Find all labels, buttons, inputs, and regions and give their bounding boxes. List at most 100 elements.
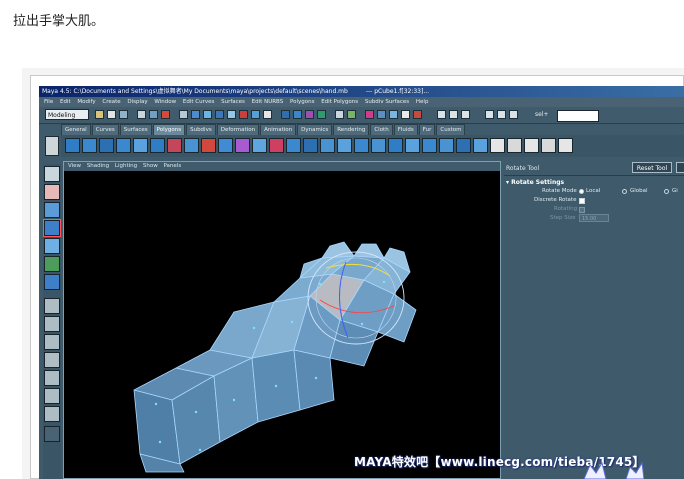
poly-boolean-icon[interactable] bbox=[201, 138, 216, 153]
perspective-viewport[interactable]: View Shading Lighting Show Panels bbox=[63, 161, 501, 479]
poly-merge-icon[interactable] bbox=[320, 138, 335, 153]
poly-sphere-icon[interactable] bbox=[65, 138, 80, 153]
poly-combine-icon[interactable] bbox=[167, 138, 182, 153]
select-hierarchy-icon[interactable] bbox=[137, 110, 146, 119]
attribute-editor-icon[interactable] bbox=[437, 110, 446, 119]
poly-normals-icon[interactable] bbox=[456, 138, 471, 153]
rotate-settings-header[interactable]: ▾ Rotate Settings bbox=[506, 179, 564, 186]
viewport-menu-panels[interactable]: Panels bbox=[163, 163, 181, 169]
menu-edit-nurbs[interactable]: Edit NURBS bbox=[252, 99, 284, 105]
discrete-rotate-checkbox[interactable] bbox=[579, 198, 585, 204]
ipr-render-icon[interactable] bbox=[389, 110, 398, 119]
viewport-menu-shading[interactable]: Shading bbox=[87, 163, 109, 169]
rotate-tool-icon[interactable] bbox=[43, 219, 61, 237]
rotating-checkbox[interactable] bbox=[579, 207, 585, 213]
channel-box-icon[interactable] bbox=[461, 110, 470, 119]
mask-handles-icon[interactable] bbox=[179, 110, 188, 119]
layout-more-icon[interactable] bbox=[44, 426, 60, 442]
poly-cube-icon[interactable] bbox=[82, 138, 97, 153]
viewport-menu-view[interactable]: View bbox=[68, 163, 81, 169]
shelf-menu-button[interactable] bbox=[45, 136, 59, 156]
menu-window[interactable]: Window bbox=[154, 99, 176, 105]
quick-select-field[interactable] bbox=[557, 110, 599, 122]
construction-history-icon[interactable] bbox=[347, 110, 356, 119]
menu-subdiv-surfaces[interactable]: Subdiv Surfaces bbox=[365, 99, 409, 105]
poly-quadrangulate-icon[interactable] bbox=[371, 138, 386, 153]
menu-create[interactable]: Create bbox=[102, 99, 120, 105]
layout-four-icon[interactable] bbox=[497, 110, 506, 119]
mask-rendering-icon[interactable] bbox=[251, 110, 260, 119]
layout-render-icon[interactable] bbox=[44, 388, 60, 404]
menu-edit-curves[interactable]: Edit Curves bbox=[183, 99, 215, 105]
select-component-icon[interactable] bbox=[161, 110, 170, 119]
poly-split-icon[interactable] bbox=[286, 138, 301, 153]
scale-tool-icon[interactable] bbox=[44, 238, 60, 254]
menu-surfaces[interactable]: Surfaces bbox=[221, 99, 245, 105]
menu-file[interactable]: File bbox=[44, 99, 53, 105]
poly-extract-icon[interactable] bbox=[422, 138, 437, 153]
mask-dynamics-icon[interactable] bbox=[239, 110, 248, 119]
mask-misc-icon[interactable] bbox=[263, 110, 272, 119]
layout-single-icon[interactable] bbox=[485, 110, 494, 119]
mask-surfaces-icon[interactable] bbox=[215, 110, 224, 119]
render-globals-icon[interactable] bbox=[401, 110, 410, 119]
reset-tool-button[interactable]: Reset Tool bbox=[632, 162, 672, 173]
show-manipulator-icon[interactable] bbox=[44, 274, 60, 290]
history-icon[interactable] bbox=[335, 110, 344, 119]
viewport-menu-lighting[interactable]: Lighting bbox=[115, 163, 137, 169]
tool-settings-icon[interactable] bbox=[449, 110, 458, 119]
snap-grid-icon[interactable] bbox=[281, 110, 290, 119]
menu-display[interactable]: Display bbox=[127, 99, 147, 105]
poly-cylinder-icon[interactable] bbox=[99, 138, 114, 153]
poly-append-icon[interactable] bbox=[303, 138, 318, 153]
universal-manipulator-icon[interactable] bbox=[44, 256, 60, 272]
layout-outliner-icon[interactable] bbox=[44, 406, 60, 422]
snap-curve-icon[interactable] bbox=[293, 110, 302, 119]
new-scene-icon[interactable] bbox=[95, 110, 104, 119]
layout-four-view-icon[interactable] bbox=[44, 316, 60, 332]
layout-single-perspective-icon[interactable] bbox=[44, 298, 60, 314]
poly-cone-icon[interactable] bbox=[116, 138, 131, 153]
snap-point-icon[interactable] bbox=[305, 110, 314, 119]
hypershade-icon[interactable] bbox=[413, 110, 422, 119]
poly-duplicate-face-icon[interactable] bbox=[405, 138, 420, 153]
layout-persp-outliner-icon[interactable] bbox=[44, 334, 60, 350]
rotate-mode-global-radio[interactable] bbox=[622, 189, 627, 194]
mask-deformers-icon[interactable] bbox=[227, 110, 236, 119]
menu-modify[interactable]: Modify bbox=[77, 99, 95, 105]
mask-curves-icon[interactable] bbox=[203, 110, 212, 119]
poly-collapse-icon[interactable] bbox=[439, 138, 454, 153]
step-size-field[interactable]: 15.00 bbox=[579, 214, 609, 222]
viewport-menu-show[interactable]: Show bbox=[143, 163, 158, 169]
menu-polygons[interactable]: Polygons bbox=[290, 99, 314, 105]
menu-edit-polygons[interactable]: Edit Polygons bbox=[321, 99, 358, 105]
render-current-icon[interactable] bbox=[377, 110, 386, 119]
select-tool-icon[interactable] bbox=[44, 166, 60, 182]
uv-cylindrical-icon[interactable] bbox=[524, 138, 539, 153]
poly-smooth-icon[interactable] bbox=[218, 138, 233, 153]
select-object-icon[interactable] bbox=[149, 110, 158, 119]
lasso-tool-icon[interactable] bbox=[44, 184, 60, 200]
menu-help[interactable]: Help bbox=[416, 99, 429, 105]
move-tool-icon[interactable] bbox=[44, 202, 60, 218]
menu-edit[interactable]: Edit bbox=[60, 99, 71, 105]
rotate-mode-gimbal-radio[interactable] bbox=[664, 189, 669, 194]
save-scene-icon[interactable] bbox=[119, 110, 128, 119]
open-scene-icon[interactable] bbox=[107, 110, 116, 119]
poly-extrude-face-icon[interactable] bbox=[252, 138, 267, 153]
poly-mirror-icon[interactable] bbox=[473, 138, 488, 153]
poly-triangulate-icon[interactable] bbox=[354, 138, 369, 153]
poly-separate-icon[interactable] bbox=[184, 138, 199, 153]
rotate-mode-local-radio[interactable] bbox=[579, 189, 584, 194]
layout-hypershade-icon[interactable] bbox=[44, 370, 60, 386]
render-view-icon[interactable] bbox=[365, 110, 374, 119]
poly-bevel-icon[interactable] bbox=[235, 138, 250, 153]
uv-planar-icon[interactable] bbox=[507, 138, 522, 153]
uv-checker-icon[interactable] bbox=[490, 138, 505, 153]
layout-outliner-icon[interactable] bbox=[509, 110, 518, 119]
poly-torus-icon[interactable] bbox=[150, 138, 165, 153]
layout-persp-graph-icon[interactable] bbox=[44, 352, 60, 368]
uv-spherical-icon[interactable] bbox=[541, 138, 556, 153]
poly-wedge-icon[interactable] bbox=[388, 138, 403, 153]
uv-automatic-icon[interactable] bbox=[558, 138, 573, 153]
